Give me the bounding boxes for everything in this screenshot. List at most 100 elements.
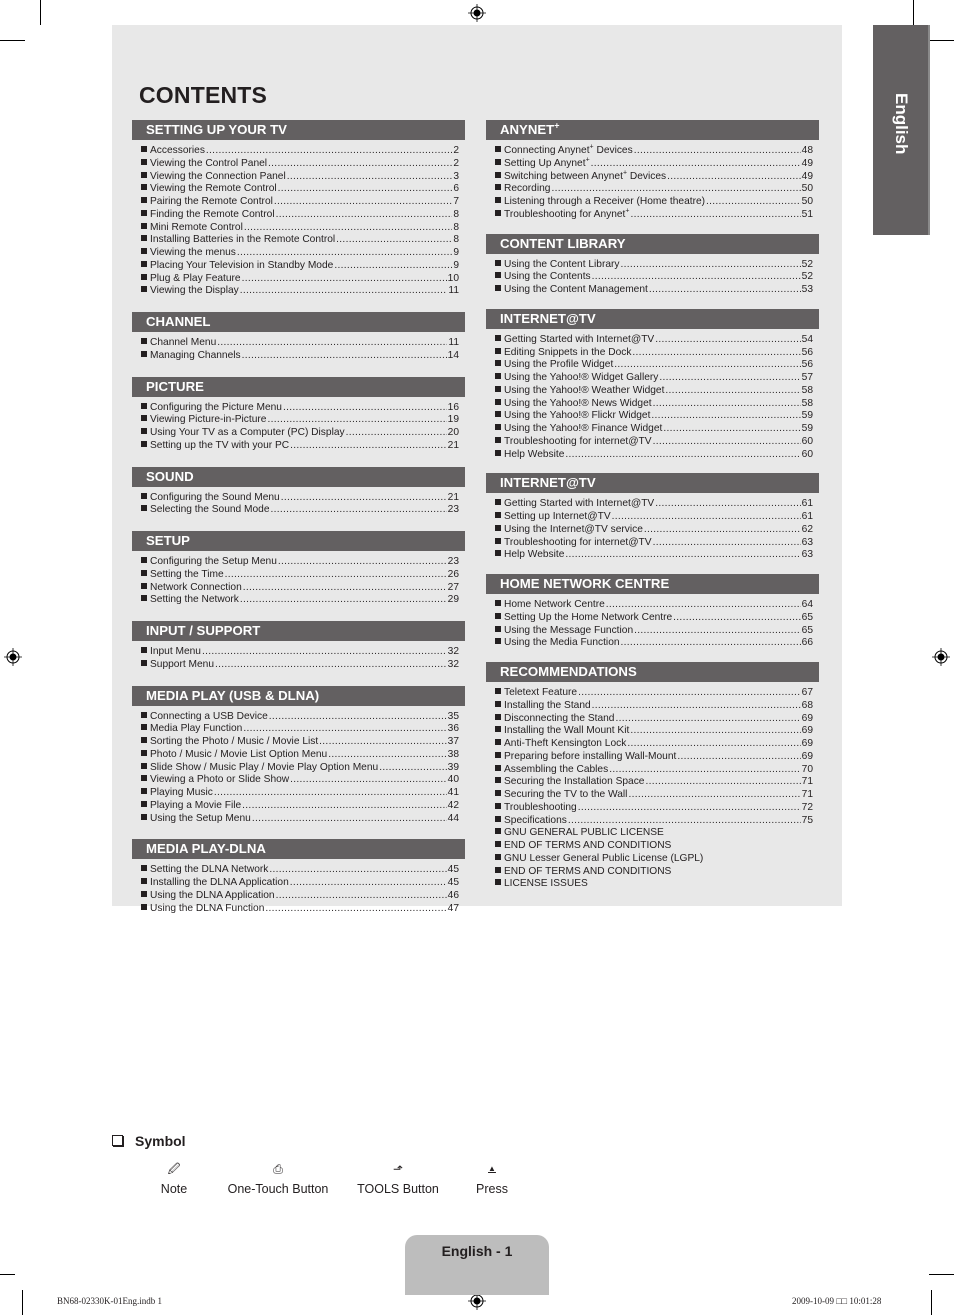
dot-leader bbox=[621, 259, 801, 272]
toc-entry[interactable]: Recording 50 bbox=[495, 183, 813, 196]
toc-entry[interactable]: Viewing Picture-in-Picture 19 bbox=[141, 414, 459, 427]
toc-entry[interactable]: Using the Media Function 66 bbox=[495, 637, 813, 650]
square-bullet-icon bbox=[495, 197, 501, 203]
toc-entry[interactable]: Sorting the Photo / Music / Movie List 37 bbox=[141, 736, 459, 749]
toc-entry[interactable]: Using the DLNA Function 47 bbox=[141, 903, 459, 916]
toc-entry[interactable]: Using the Content Management 53 bbox=[495, 284, 813, 297]
toc-entry[interactable]: Viewing the Remote Control 6 bbox=[141, 183, 459, 196]
toc-entry[interactable]: Assembling the Cables 70 bbox=[495, 764, 813, 777]
toc-entry[interactable]: Plug & Play Feature 10 bbox=[141, 273, 459, 286]
toc-entry[interactable]: Setting the DLNA Network 45 bbox=[141, 864, 459, 877]
symbol-label: Press bbox=[476, 1182, 508, 1196]
toc-entry[interactable]: Getting Started with Internet@TV 61 bbox=[495, 498, 813, 511]
toc-entry[interactable]: Editing Snippets in the Dock 56 bbox=[495, 347, 813, 360]
toc-entry[interactable]: Teletext Feature 67 bbox=[495, 687, 813, 700]
toc-entry[interactable]: Photo / Music / Movie List Option Menu 38 bbox=[141, 749, 459, 762]
toc-entry[interactable]: Home Network Centre 64 bbox=[495, 599, 813, 612]
toc-entry[interactable]: Using the Yahoo!® Flickr Widget 59 bbox=[495, 410, 813, 423]
toc-entry[interactable]: Input Menu 32 bbox=[141, 646, 459, 659]
toc-entry-page-number: 69 bbox=[801, 712, 813, 724]
toc-entry-label: Configuring the Setup Menu bbox=[150, 556, 277, 569]
toc-entry[interactable]: Setting Up the Home Network Centre 65 bbox=[495, 612, 813, 625]
toc-entry[interactable]: Using the Profile Widget 56 bbox=[495, 359, 813, 372]
toc-entry[interactable]: Viewing the menus 9 bbox=[141, 247, 459, 260]
toc-entry[interactable]: Using the Yahoo!® Widget Gallery 57 bbox=[495, 372, 813, 385]
toc-entry[interactable]: Mini Remote Control 8 bbox=[141, 222, 459, 235]
toc-entry[interactable]: Network Connection 27 bbox=[141, 582, 459, 595]
toc-entry[interactable]: Playing Music 41 bbox=[141, 787, 459, 800]
registration-mark-icon bbox=[468, 4, 486, 22]
toc-entry[interactable]: Selecting the Sound Mode 23 bbox=[141, 504, 459, 517]
toc-entry[interactable]: Help Website 60 bbox=[495, 449, 813, 462]
toc-entry[interactable]: Accessories 2 bbox=[141, 145, 459, 158]
toc-entry[interactable]: Using the DLNA Application 46 bbox=[141, 890, 459, 903]
toc-entry[interactable]: Getting Started with Internet@TV 54 bbox=[495, 334, 813, 347]
toc-entry[interactable]: Troubleshooting for Anynet+51 bbox=[495, 207, 813, 222]
toc-entry[interactable]: Playing a Movie File 42 bbox=[141, 800, 459, 813]
toc-entry[interactable]: Using the Setup Menu 44 bbox=[141, 813, 459, 826]
toc-entry[interactable]: Configuring the Sound Menu 21 bbox=[141, 492, 459, 505]
toc-entry[interactable]: Using Your TV as a Computer (PC) Display… bbox=[141, 427, 459, 440]
toc-entry[interactable]: LICENSE ISSUES bbox=[495, 878, 813, 891]
toc-entry[interactable]: Preparing before installing Wall-Mount 69 bbox=[495, 751, 813, 764]
dot-leader bbox=[673, 612, 800, 625]
toc-entry[interactable]: Setting the Time 26 bbox=[141, 569, 459, 582]
toc-entry-label: Photo / Music / Movie List Option Menu bbox=[150, 749, 327, 762]
toc-entry[interactable]: Viewing the Connection Panel 3 bbox=[141, 171, 459, 184]
toc-entry[interactable]: Viewing the Display 11 bbox=[141, 285, 459, 298]
toc-section: MEDIA PLAY-DLNA Setting the DLNA Network 4… bbox=[132, 839, 465, 915]
toc-entry[interactable]: Setting Up Anynet+49 bbox=[495, 156, 813, 171]
toc-entry[interactable]: Channel Menu 11 bbox=[141, 337, 459, 350]
toc-entry-text: Support Menu bbox=[150, 658, 214, 670]
square-bullet-icon bbox=[141, 350, 147, 357]
toc-entry[interactable]: Troubleshooting for internet@TV 63 bbox=[495, 537, 813, 550]
toc-entry[interactable]: Installing the Stand 68 bbox=[495, 700, 813, 713]
toc-entry-page-number: 7 bbox=[453, 196, 459, 207]
toc-entry[interactable]: Configuring the Setup Menu 23 bbox=[141, 556, 459, 569]
toc-entry[interactable]: Troubleshooting for internet@TV 60 bbox=[495, 436, 813, 449]
toc-entry[interactable]: Media Play Function 36 bbox=[141, 723, 459, 736]
toc-entry[interactable]: Anti-Theft Kensington Lock 69 bbox=[495, 738, 813, 751]
toc-entry[interactable]: Viewing the Control Panel 2 bbox=[141, 158, 459, 171]
toc-entry[interactable]: Managing Channels 14 bbox=[141, 350, 459, 363]
toc-entry[interactable]: Using the Contents 52 bbox=[495, 271, 813, 284]
toc-entry[interactable]: GNU GENERAL PUBLIC LICENSE bbox=[495, 827, 813, 840]
toc-entry[interactable]: Setting up the TV with your PC 21 bbox=[141, 440, 459, 453]
toc-entry[interactable]: Using the Message Function 65 bbox=[495, 625, 813, 638]
square-bullet-icon bbox=[141, 749, 147, 756]
toc-entry[interactable]: Installing Batteries in the Remote Contr… bbox=[141, 234, 459, 247]
toc-entry[interactable]: END OF TERMS AND CONDITIONS bbox=[495, 866, 813, 879]
toc-entry[interactable]: Connecting Anynet+ Devices 48 bbox=[495, 144, 813, 158]
toc-entry[interactable]: Specifications 75 bbox=[495, 815, 813, 828]
toc-entry[interactable]: Using the Yahoo!® Weather Widget 58 bbox=[495, 385, 813, 398]
toc-entry[interactable]: Securing the TV to the Wall 71 bbox=[495, 789, 813, 802]
dot-leader bbox=[243, 723, 446, 736]
toc-entry[interactable]: Troubleshooting 72 bbox=[495, 802, 813, 815]
toc-entry[interactable]: GNU Lesser General Public License (LGPL) bbox=[495, 853, 813, 866]
toc-entry-text: Accessories bbox=[150, 145, 205, 156]
toc-entry[interactable]: Listening through a Receiver (Home theat… bbox=[495, 196, 813, 209]
square-bullet-icon bbox=[141, 440, 147, 447]
toc-entry[interactable]: END OF TERMS AND CONDITIONS bbox=[495, 840, 813, 853]
toc-entry[interactable]: Slide Show / Music Play / Movie Play Opt… bbox=[141, 762, 459, 775]
toc-entry[interactable]: Installing the Wall Mount Kit 69 bbox=[495, 725, 813, 738]
toc-entry[interactable]: Securing the Installation Space 71 bbox=[495, 776, 813, 789]
toc-entry[interactable]: Using the Internet@TV service 62 bbox=[495, 524, 813, 537]
toc-entry[interactable]: Finding the Remote Control 8 bbox=[141, 209, 459, 222]
toc-entry[interactable]: Support Menu 32 bbox=[141, 659, 459, 672]
toc-entry[interactable]: Disconnecting the Stand 69 bbox=[495, 713, 813, 726]
toc-entry[interactable]: Switching between Anynet+ Devices 49 bbox=[495, 169, 813, 184]
toc-entry[interactable]: Connecting a USB Device 35 bbox=[141, 711, 459, 724]
toc-entry[interactable]: Using the Yahoo!® News Widget 58 bbox=[495, 398, 813, 411]
toc-entry[interactable]: Viewing a Photo or Slide Show 40 bbox=[141, 774, 459, 787]
toc-entry[interactable]: Placing Your Television in Standby Mode 9 bbox=[141, 260, 459, 273]
toc-entry[interactable]: Pairing the Remote Control 7 bbox=[141, 196, 459, 209]
toc-entry[interactable]: Using the Yahoo!® Finance Widget 59 bbox=[495, 423, 813, 436]
toc-entry[interactable]: Installing the DLNA Application 45 bbox=[141, 877, 459, 890]
toc-entry[interactable]: Configuring the Picture Menu 16 bbox=[141, 402, 459, 415]
toc-entry[interactable]: Setting the Network 29 bbox=[141, 594, 459, 607]
toc-entry[interactable]: Using the Content Library 52 bbox=[495, 259, 813, 272]
toc-entry[interactable]: Help Website 63 bbox=[495, 549, 813, 562]
toc-entry[interactable]: Setting up Internet@TV 61 bbox=[495, 511, 813, 524]
